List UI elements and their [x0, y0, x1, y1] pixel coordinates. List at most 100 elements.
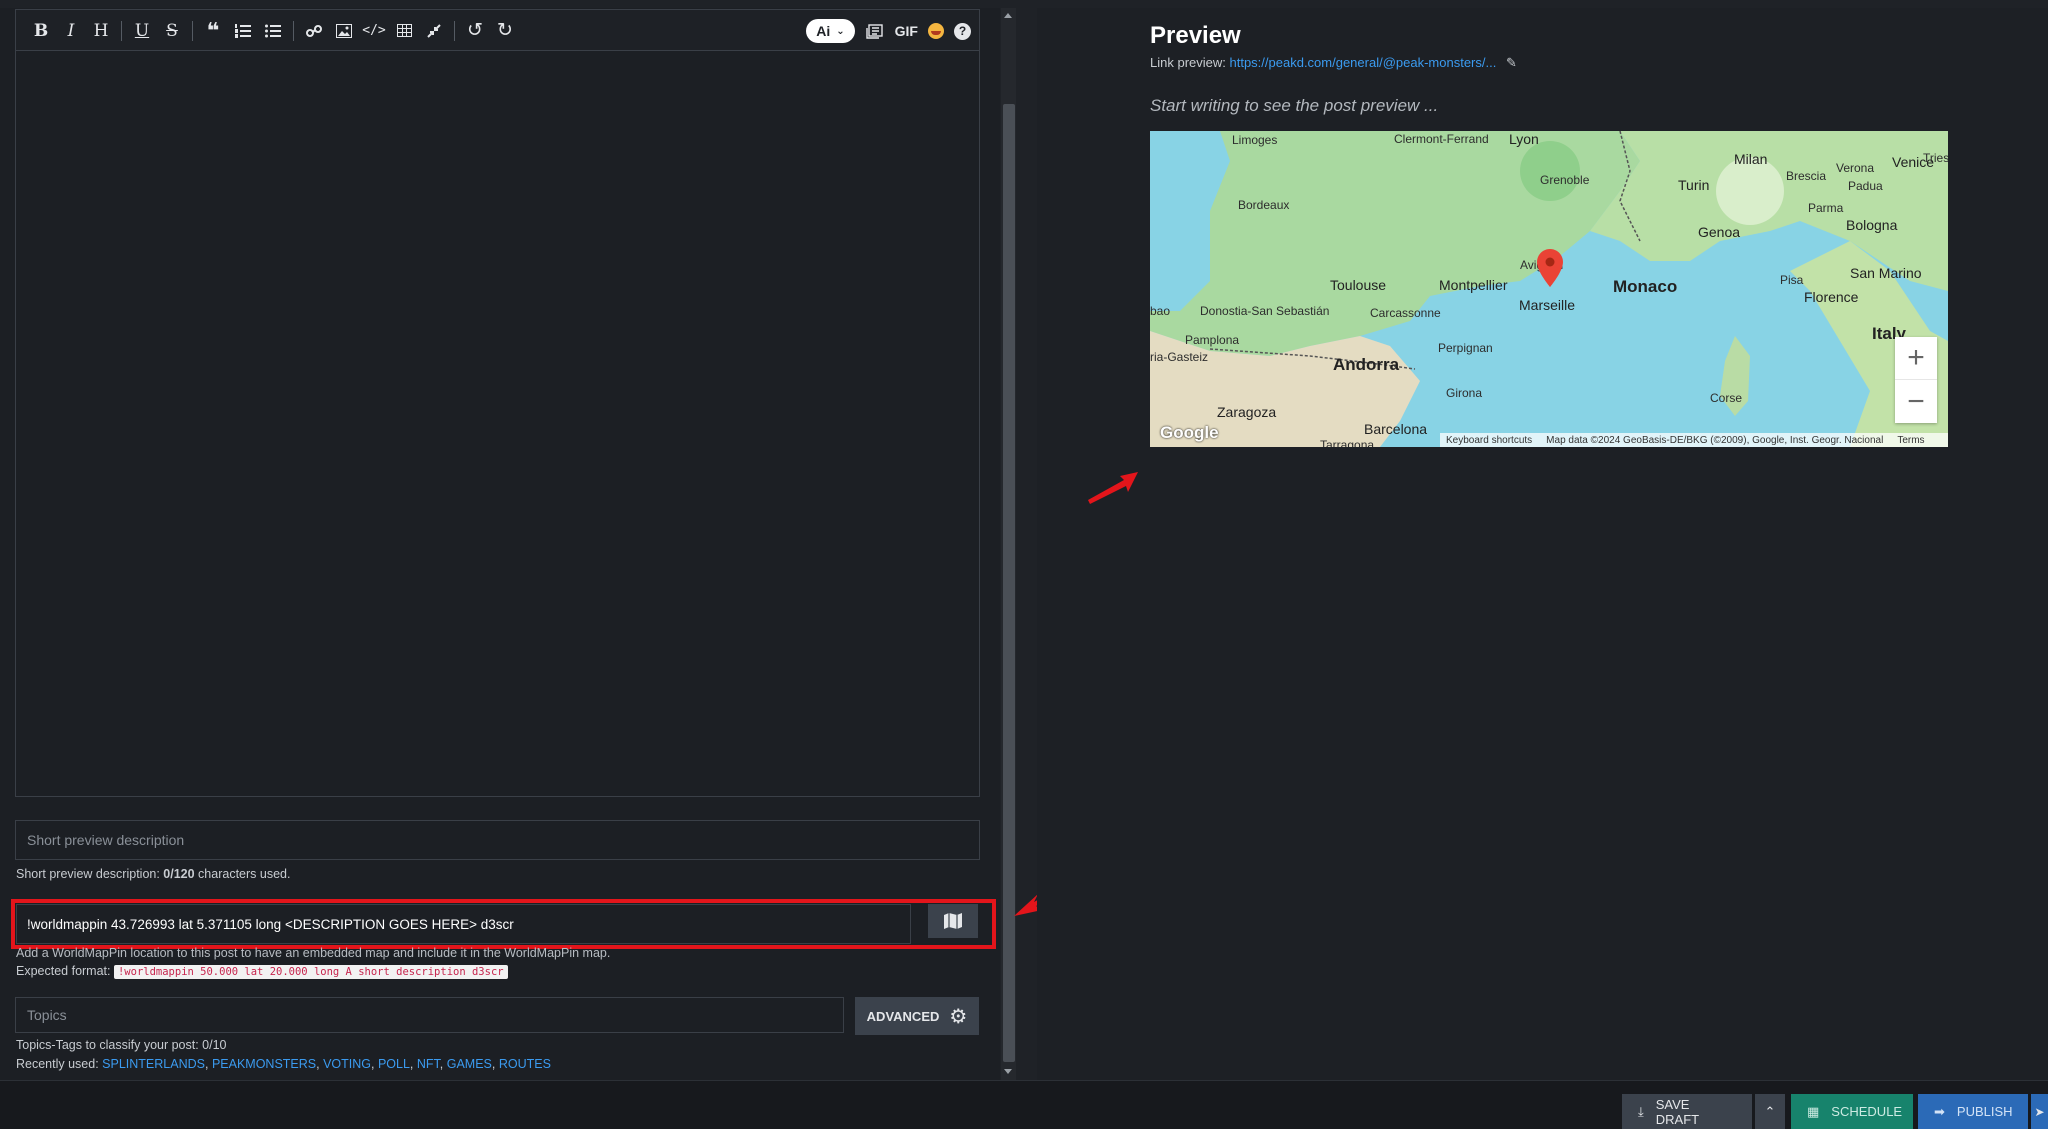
worldmappin-help: Add a WorldMapPin location to this post … — [16, 946, 610, 960]
toolbar-divider — [454, 20, 455, 41]
italic-icon[interactable]: I — [56, 16, 86, 46]
map-city-label: Lyon — [1509, 131, 1539, 147]
preview-empty-text: Start writing to see the post preview ..… — [1150, 96, 1439, 115]
chevron-down-icon: ⌄ — [836, 25, 845, 37]
recent-tag[interactable]: SPLINTERLANDS — [102, 1057, 205, 1071]
map-city-label: Parma — [1808, 201, 1844, 215]
map-city-label: Milan — [1734, 151, 1768, 167]
publish-label: PUBLISH — [1956, 1104, 2013, 1119]
map-city-label: Clermont-Ferrand — [1394, 132, 1489, 146]
strikethrough-icon[interactable]: S — [157, 16, 187, 46]
map-zoom-controls: + − — [1895, 337, 1937, 423]
heading-icon[interactable]: H — [86, 16, 116, 46]
recent-tag[interactable]: ROUTES — [499, 1057, 551, 1071]
schedule-label: SCHEDULE — [1831, 1104, 1903, 1119]
map-city-label: Montpellier — [1439, 277, 1508, 293]
preview-title: Preview — [1150, 22, 1241, 49]
gif-button[interactable]: GIF — [895, 23, 918, 39]
map-city-label: Grenoble — [1540, 173, 1590, 187]
map-city-label: Genoa — [1698, 224, 1741, 240]
help-icon[interactable]: ? — [954, 22, 971, 40]
collapse-icon[interactable] — [419, 16, 449, 46]
map-attribution: Keyboard shortcuts Map data ©2024 GeoBas… — [1440, 433, 1948, 447]
short-description-help-suffix: characters used. — [194, 867, 291, 881]
emoji-icon[interactable] — [928, 23, 944, 39]
pencil-icon[interactable]: ✎ — [1506, 55, 1517, 70]
advanced-button[interactable]: ADVANCED ⚙ — [855, 997, 979, 1035]
map-city-label: Zaragoza — [1217, 404, 1277, 420]
save-options-dropdown[interactable]: ⌃ — [1755, 1094, 1785, 1129]
redo-icon[interactable]: ↻ — [490, 16, 520, 46]
undo-icon[interactable]: ↺ — [460, 16, 490, 46]
map-city-label: Marseille — [1519, 297, 1576, 313]
recent-tag[interactable]: NFT — [417, 1057, 440, 1071]
save-draft-label: SAVE DRAFT — [1655, 1096, 1700, 1127]
markdown-editor[interactable] — [15, 50, 980, 797]
recent-tag[interactable]: GAMES — [447, 1057, 492, 1071]
underline-icon[interactable]: U — [127, 16, 157, 46]
advanced-label: ADVANCED — [866, 1008, 940, 1024]
short-description-count: 0/120 — [163, 867, 195, 881]
map-city-label: Barcelona — [1364, 421, 1428, 437]
map-data-text: Map data ©2024 GeoBasis-DE/BKG (©2009), … — [1546, 434, 1884, 446]
bold-icon[interactable]: B — [26, 16, 56, 46]
zoom-out-button[interactable]: − — [1895, 380, 1937, 423]
link-preview-label: Link preview: — [1150, 55, 1226, 70]
map-city-label: Perpignan — [1438, 341, 1493, 355]
map-city-label: Donostia-San Sebastián — [1200, 304, 1330, 318]
map-city-label: Girona — [1446, 386, 1483, 400]
unordered-list-icon[interactable] — [258, 16, 288, 46]
topics-placeholder: Topics — [27, 1007, 67, 1023]
toolbar-divider — [293, 20, 294, 41]
code-icon[interactable]: </> — [359, 16, 389, 46]
short-description-help-prefix: Short preview description: — [16, 867, 164, 881]
publish-options-button[interactable]: ➤ — [2031, 1094, 2048, 1129]
recently-used: Recently used: SPLINTERLANDS, PEAKMONSTE… — [16, 1057, 551, 1071]
topics-help-text: Topics-Tags to classify your post: 0/10 — [16, 1038, 227, 1052]
schedule-button[interactable]: ▦ SCHEDULE — [1791, 1094, 1913, 1129]
map-city-label: Andorra — [1333, 355, 1400, 374]
map-city-label: Corse — [1710, 391, 1743, 405]
ai-dropdown[interactable]: Ai ⌄ — [806, 19, 855, 43]
scroll-up-arrow[interactable] — [1004, 13, 1012, 18]
ordered-list-icon[interactable] — [228, 16, 258, 46]
topics-help: Topics-Tags to classify your post: 0/10 — [16, 1038, 227, 1052]
emoji-mouth — [931, 31, 941, 35]
map-city-label: Brescia — [1786, 169, 1827, 183]
map-pin-icon[interactable] — [1537, 249, 1563, 287]
map-city-label: Tarragona — [1320, 438, 1375, 447]
scroll-down-arrow[interactable] — [1004, 1069, 1012, 1074]
worldmappin-format: Expected format: !worldmappin 50.000 lat… — [16, 964, 508, 979]
worldmappin-format-sample: !worldmappin 50.000 lat 20.000 long A sh… — [113, 965, 508, 979]
publish-button[interactable]: ➡ PUBLISH — [1918, 1094, 2028, 1129]
short-description-input[interactable]: Short preview description — [15, 820, 980, 860]
recent-tag[interactable]: POLL — [378, 1057, 410, 1071]
ai-label: Ai — [816, 23, 831, 39]
map-city-label: Verona — [1836, 161, 1875, 175]
topics-input[interactable]: Topics — [15, 997, 844, 1033]
map-city-label: Padua — [1848, 179, 1883, 193]
map-city-label: ria-Gasteiz — [1150, 350, 1209, 364]
google-logo-text: Google — [1160, 423, 1219, 442]
recently-used-label: Recently used: — [16, 1057, 99, 1071]
calendar-icon: ▦ — [1807, 1103, 1820, 1119]
red-annotation-arrow — [1088, 472, 1138, 504]
terms-link[interactable]: Terms — [1897, 435, 1924, 446]
save-draft-button[interactable]: ⤓ SAVE DRAFT — [1622, 1094, 1752, 1129]
zoom-in-button[interactable]: + — [1895, 337, 1937, 380]
recent-tag[interactable]: PEAKMONSTERS — [212, 1057, 316, 1071]
map-city-label: Carcassonne — [1370, 306, 1441, 320]
map-city-label: Pisa — [1780, 273, 1804, 287]
keyboard-shortcuts-link[interactable]: Keyboard shortcuts — [1446, 435, 1532, 446]
quote-icon[interactable]: ❝ — [198, 16, 228, 46]
embedded-map[interactable]: Limoges Clermont-Ferrand Lyon Grenoble B… — [1150, 131, 1948, 447]
short-description-placeholder: Short preview description — [27, 832, 185, 848]
arrow-right-icon: ➡ — [1934, 1103, 1945, 1119]
snippets-icon[interactable] — [865, 16, 885, 46]
toolbar-divider — [192, 20, 193, 41]
image-icon[interactable] — [329, 16, 359, 46]
table-icon[interactable] — [389, 16, 419, 46]
link-preview-url[interactable]: https://peakd.com/general/@peak-monsters… — [1230, 55, 1497, 70]
link-icon[interactable] — [299, 16, 329, 46]
recent-tag[interactable]: VOTING — [323, 1057, 371, 1071]
